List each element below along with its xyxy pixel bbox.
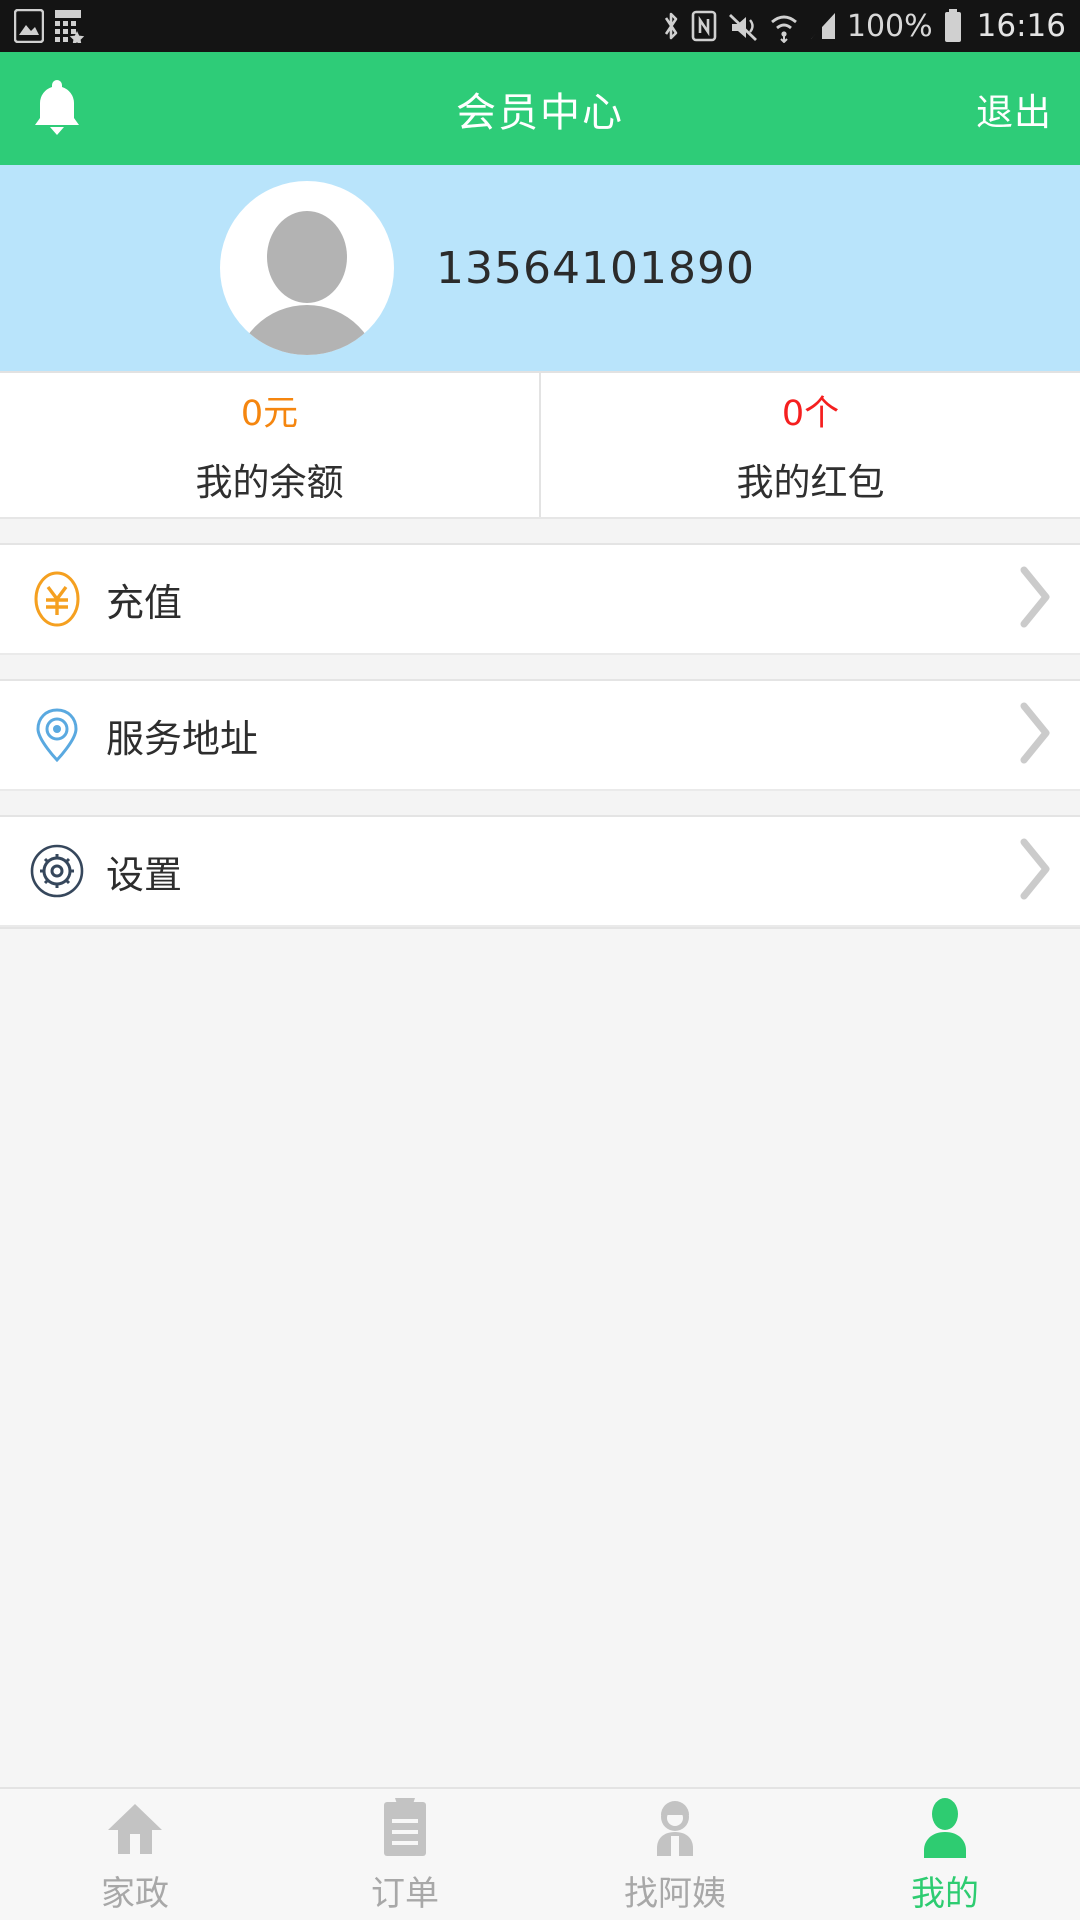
mute-vibrate-icon (726, 9, 760, 43)
yuan-circle-icon (26, 568, 88, 630)
battery-icon (942, 8, 964, 44)
tab-label: 订单 (371, 1874, 439, 1914)
battery-percent-label: 100% (846, 8, 933, 44)
image-icon (14, 9, 44, 43)
status-bar-left-icons (14, 9, 86, 43)
chevron-right-icon (1014, 834, 1054, 908)
avatar-head-shape (267, 211, 347, 303)
stat-balance[interactable]: 0元 我的余额 (0, 373, 539, 517)
menu-item-service-address[interactable]: 服务地址 (0, 681, 1080, 791)
clipboard-icon (378, 1794, 432, 1858)
app-screen: 100% 16:16 会员中心 退出 13564101890 0元 我的余额 0… (0, 0, 1080, 1920)
chevron-right-icon (1014, 698, 1054, 772)
chevron-right-icon (1014, 562, 1054, 636)
app-header: 会员中心 退出 (0, 52, 1080, 165)
home-icon (104, 1794, 166, 1858)
menu-item-settings[interactable]: 设置 (0, 817, 1080, 927)
menu-item-label: 服务地址 (106, 716, 259, 761)
tab-orders[interactable]: 订单 (270, 1789, 540, 1920)
gear-circle-icon (26, 840, 88, 902)
person-icon (917, 1794, 973, 1858)
status-bar-right-icons: 100% 16:16 (660, 8, 1066, 44)
status-bar: 100% 16:16 (0, 0, 1080, 52)
balance-value: 0元 (240, 393, 299, 434)
nfc-icon (691, 9, 717, 43)
cellular-signal-icon (808, 9, 838, 43)
wifi-icon (769, 9, 799, 43)
tab-label: 我的 (911, 1874, 979, 1914)
list-gap (0, 791, 1080, 817)
avatar[interactable] (220, 181, 394, 355)
list-gap (0, 519, 1080, 545)
red-packet-value: 0个 (781, 393, 840, 434)
tab-find-helper[interactable]: 找阿姨 (540, 1789, 810, 1920)
tab-housekeeping[interactable]: 家政 (0, 1789, 270, 1920)
menu-item-label: 设置 (106, 852, 183, 897)
clock-label: 16:16 (976, 8, 1066, 44)
tab-label: 找阿姨 (624, 1874, 726, 1914)
list-gap (0, 655, 1080, 681)
bluetooth-icon (660, 9, 682, 43)
notification-button[interactable] (28, 74, 86, 144)
stats-row: 0元 我的余额 0个 我的红包 (0, 371, 1080, 519)
calculator-star-icon (54, 9, 86, 43)
balance-label: 我的余额 (195, 460, 344, 504)
red-packet-label: 我的红包 (736, 460, 885, 504)
content-empty-area (0, 927, 1080, 1787)
page-title: 会员中心 (456, 89, 624, 136)
tab-label: 家政 (101, 1874, 169, 1914)
maid-person-icon (646, 1794, 704, 1858)
avatar-body-shape (234, 305, 380, 355)
menu-item-label: 充值 (106, 580, 183, 625)
location-pin-icon (26, 704, 88, 766)
profile-section: 13564101890 (0, 165, 1080, 371)
bottom-tab-bar: 家政 订单 找阿姨 我的 (0, 1787, 1080, 1920)
phone-number-label: 13564101890 (436, 242, 755, 294)
stat-red-packet[interactable]: 0个 我的红包 (539, 373, 1080, 517)
menu-item-recharge[interactable]: 充值 (0, 545, 1080, 655)
logout-button[interactable]: 退出 (976, 82, 1052, 136)
tab-mine[interactable]: 我的 (810, 1789, 1080, 1920)
bell-icon (28, 74, 86, 144)
